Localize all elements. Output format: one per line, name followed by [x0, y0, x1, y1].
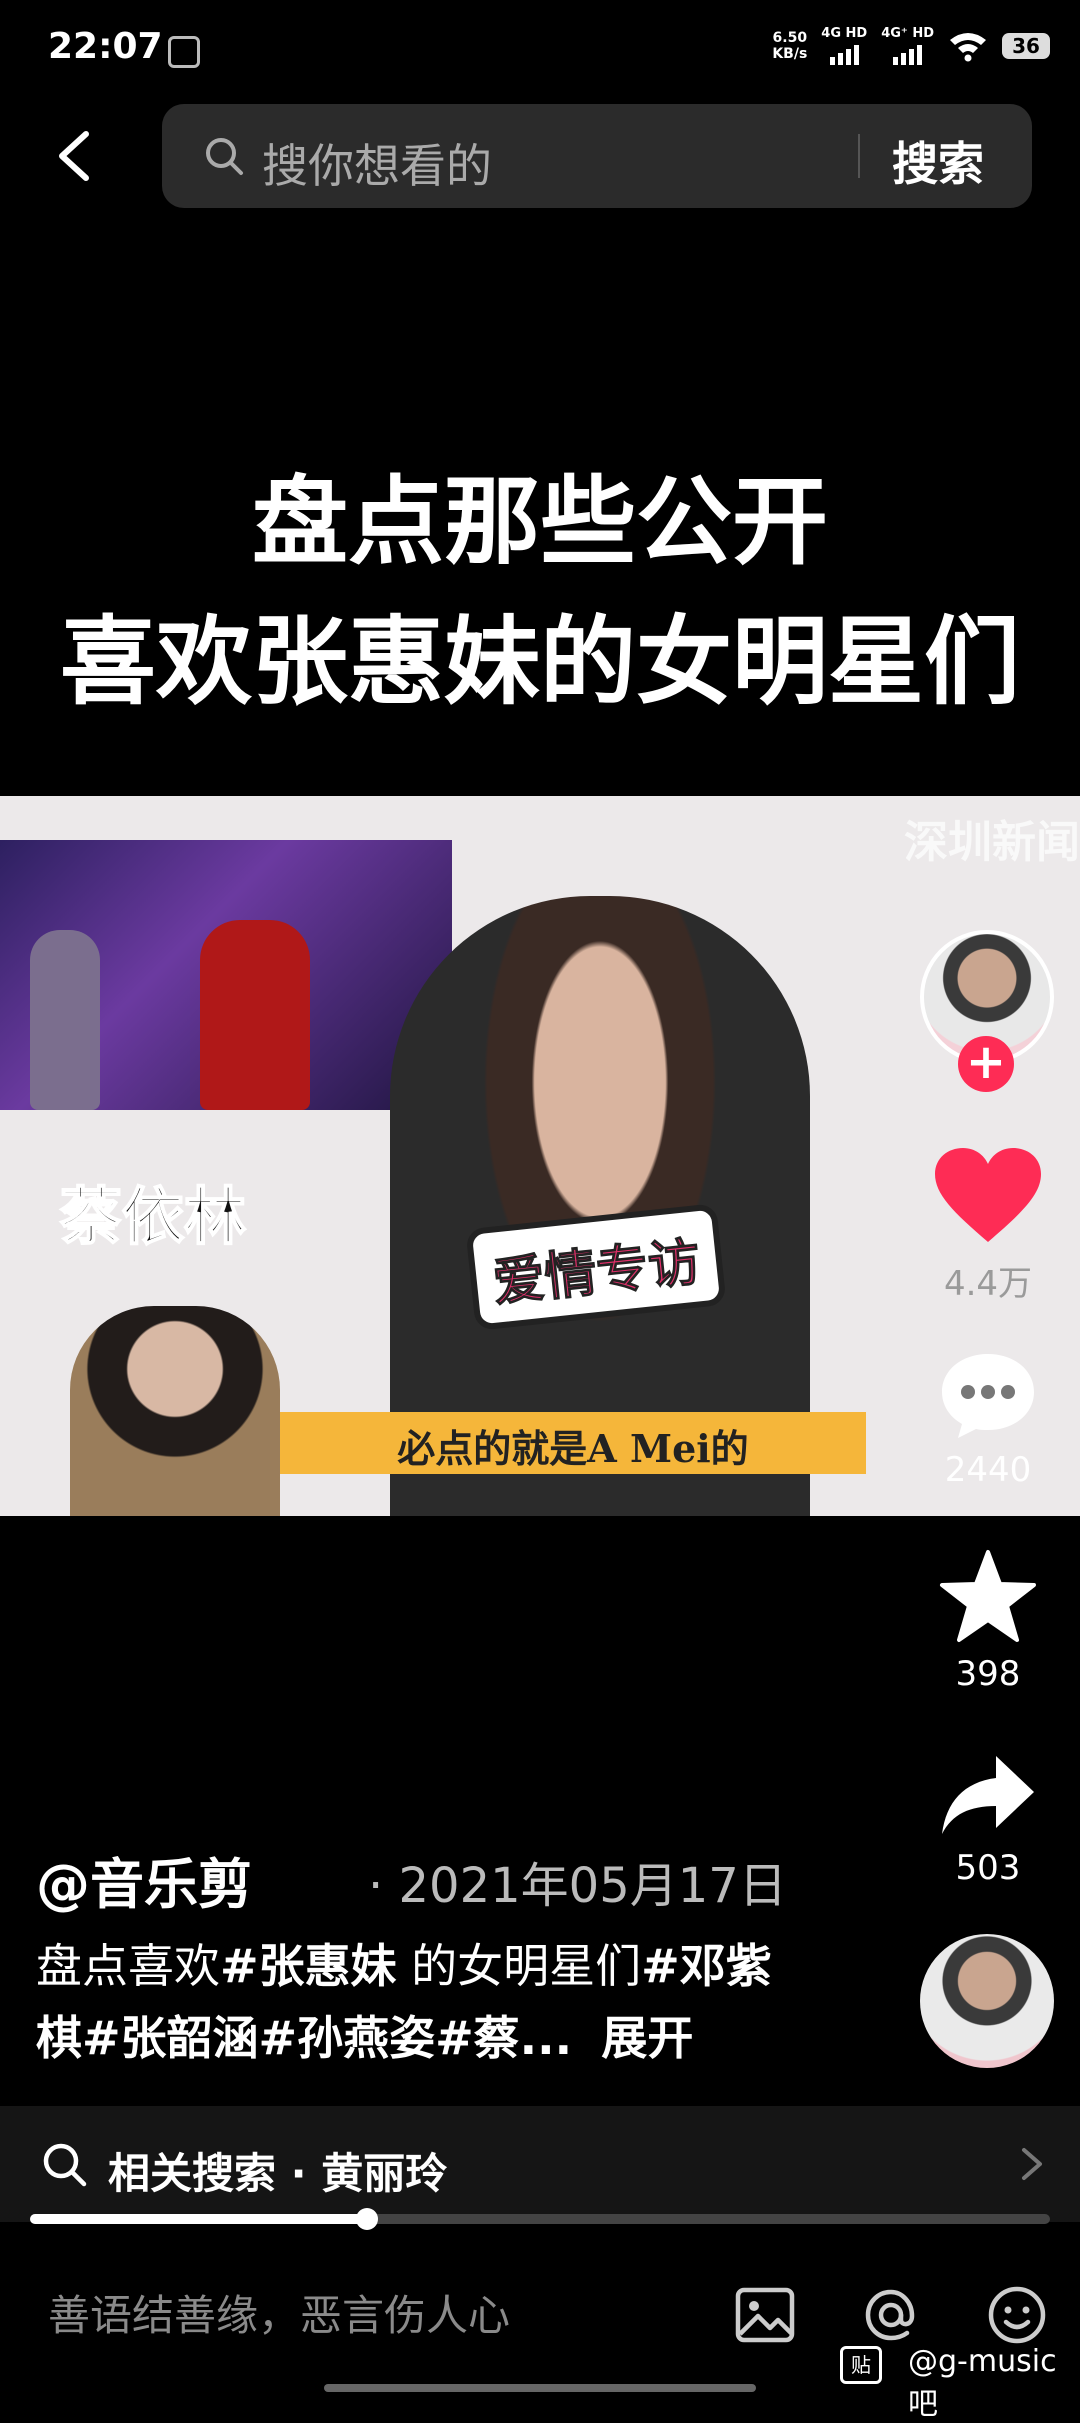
- inset-singer-right: [200, 920, 310, 1110]
- back-button[interactable]: [48, 126, 108, 186]
- wifi-icon: [950, 32, 986, 61]
- name-caption: 蔡依林: [59, 1179, 247, 1254]
- heart-icon: [935, 1148, 1041, 1242]
- progress-handle[interactable]: [355, 2208, 378, 2230]
- home-indicator[interactable]: [324, 2384, 756, 2392]
- comment-input[interactable]: 善语结善缘，恶言伤人心: [48, 2282, 510, 2343]
- battery-icon: 36: [1002, 32, 1050, 59]
- author-name[interactable]: @音乐剪: [36, 1840, 252, 1919]
- search-button[interactable]: 搜索: [892, 128, 984, 194]
- share-button[interactable]: 503: [908, 1752, 1068, 1888]
- status-bar: 22:07 6.50 KB/s 4G HD 4G⁺ HD 36: [0, 0, 1080, 84]
- star-icon: [940, 1550, 1036, 1642]
- comment-button[interactable]: 2440: [908, 1350, 1068, 1490]
- status-icons: 6.50 KB/s 4G HD 4G⁺ HD 36: [772, 26, 1050, 65]
- like-count: 4.4万: [943, 1264, 1033, 1304]
- search-icon: [43, 2143, 87, 2187]
- video-title-overlay: 盘点那些公开 喜欢张惠妹的女明星们: [60, 466, 1020, 718]
- comment-count: 2440: [944, 1450, 1032, 1490]
- music-disc-avatar[interactable]: [920, 1934, 1054, 2068]
- expand-link[interactable]: 展开: [601, 2011, 693, 2065]
- chevron-right-icon: [1022, 2148, 1042, 2180]
- comment-bubble-icon: [942, 1354, 1034, 1438]
- share-arrow-icon: [942, 1756, 1034, 1834]
- favorite-count: 398: [955, 1654, 1021, 1694]
- guest-thumbnail: [70, 1306, 280, 1516]
- signal-2: 4G⁺ HD: [881, 26, 934, 65]
- signal-bars-icon: [829, 41, 859, 65]
- post-description: 盘点喜欢#张惠妹 的女明星们#邓紫棋#张韶涵#孙燕姿#蔡... 展开: [36, 1939, 772, 2065]
- concert-inset-image: [0, 840, 452, 1110]
- search-input[interactable]: 搜你想看的: [262, 130, 492, 196]
- search-divider: [858, 134, 860, 178]
- inset-singer-left: [30, 930, 100, 1110]
- related-search-bar[interactable]: 相关搜索 · 黄丽玲: [0, 2106, 1080, 2222]
- mention-icon[interactable]: [856, 2280, 926, 2350]
- source-badge: 贴: [840, 2346, 882, 2384]
- progress-fill: [30, 2214, 367, 2224]
- share-count: 503: [955, 1848, 1021, 1888]
- video-watermark: 深圳新闻: [904, 817, 1080, 868]
- follow-button[interactable]: +: [958, 1036, 1014, 1092]
- search-bar[interactable]: 搜你想看的 搜索: [162, 104, 1032, 208]
- signal-bars-icon: [893, 41, 923, 65]
- image-icon[interactable]: [730, 2280, 800, 2350]
- signal-1: 4G HD: [821, 26, 867, 65]
- like-button[interactable]: 4.4万: [908, 1146, 1068, 1305]
- favorite-button[interactable]: 398: [908, 1548, 1068, 1694]
- lock-icon: [168, 36, 200, 68]
- clock: 22:07: [48, 26, 163, 67]
- subtitle-bar: 必点的就是A Mei的: [280, 1412, 866, 1474]
- video-progress-bar[interactable]: [30, 2208, 1050, 2230]
- network-speed: 6.50 KB/s: [772, 29, 808, 62]
- hashtag[interactable]: #张惠妹: [220, 1939, 397, 1993]
- emoji-icon[interactable]: [982, 2280, 1052, 2350]
- related-search-text: 相关搜索 · 黄丽玲: [108, 2149, 448, 2198]
- source-watermark: @g-music吧: [908, 2344, 1057, 2422]
- search-icon: [206, 138, 243, 175]
- post-date: · 2021年05月17日: [368, 1858, 787, 1914]
